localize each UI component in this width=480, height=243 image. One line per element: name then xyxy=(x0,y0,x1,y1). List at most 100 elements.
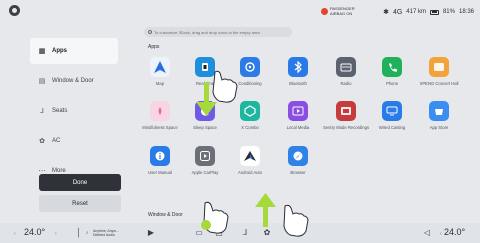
signal-icon: 4G xyxy=(392,8,403,16)
app-mindfulness-space[interactable]: Mindfulness Space xyxy=(135,101,185,130)
app-user-manual[interactable]: User Manual xyxy=(135,146,185,175)
apps-grid-icon: ▦ xyxy=(38,48,46,55)
app-label: Radio xyxy=(340,81,352,86)
sidebar-item-label: Apps xyxy=(52,48,67,54)
app-xpeng-concert-hall[interactable]: XPENG Concert Hall xyxy=(414,57,464,86)
carplay-icon xyxy=(195,146,215,166)
bluetooth-icon xyxy=(288,57,308,77)
app-wired-casting[interactable]: Wired Casting xyxy=(367,101,417,130)
media-icon xyxy=(288,101,308,121)
sleep-icon xyxy=(195,101,215,121)
left-temperature[interactable]: 24.0° xyxy=(24,227,45,237)
sidebar-item-window-door[interactable]: ▤ Window & Door xyxy=(30,68,118,94)
sentry-icon xyxy=(336,101,356,121)
app-radio[interactable]: Radio xyxy=(321,57,371,86)
now-playing[interactable]: Anytime, Anyw... Deleted Audio xyxy=(93,229,119,237)
seat-icon: ⅃ xyxy=(40,108,44,115)
lotus-icon xyxy=(150,101,170,121)
play-icon[interactable]: ▶ xyxy=(146,228,156,238)
real-time-icon xyxy=(195,57,215,77)
status-bar: PASSENGER AIRBAG ON ✱ 4G 417 km 81% 18:3… xyxy=(0,0,480,24)
casting-icon xyxy=(382,101,402,121)
app-label: Map xyxy=(155,81,165,86)
app-map[interactable]: Map xyxy=(135,57,185,86)
store-bag-icon xyxy=(429,101,449,121)
phone-icon xyxy=(382,57,402,77)
dock: ‹ 24.0° › │ ♪ Anytime, Anyw... Deleted A… xyxy=(0,223,480,243)
app-sentry-mode-recordings[interactable]: Sentry Mode Recordings xyxy=(321,101,371,130)
fan-icon: ✿ xyxy=(39,138,45,145)
customize-hint: To customize 3Dock, drag and drop icons … xyxy=(144,27,292,37)
app-x-combo[interactable]: X Combo xyxy=(225,101,275,130)
app-android-auto[interactable]: Android Auto xyxy=(225,146,275,175)
app-label: Sentry Mode Recordings xyxy=(322,125,370,130)
reset-button[interactable]: Reset xyxy=(39,195,121,212)
x-combo-icon xyxy=(240,101,260,121)
browser-icon xyxy=(288,146,308,166)
fan-icon xyxy=(240,57,260,77)
airbag-indicator: PASSENGER AIRBAG ON xyxy=(321,6,355,16)
app-label: Mindfulness Space xyxy=(142,125,178,130)
app-local-media[interactable]: Local Media xyxy=(273,101,323,130)
app-label: Apple CarPlay xyxy=(191,170,219,175)
done-button[interactable]: Done xyxy=(39,174,121,191)
profile-icon[interactable] xyxy=(9,5,20,16)
app-label: App Store xyxy=(429,125,449,130)
sidebar-item-label: Seats xyxy=(52,108,68,114)
status-right: ✱ 4G 417 km 81% 18:36 xyxy=(383,8,474,17)
bluetooth-status-icon: ✱ xyxy=(383,9,389,16)
drag-up-arrow xyxy=(255,193,276,227)
now-playing-subtitle: Deleted Audio xyxy=(93,233,115,237)
battery-icon xyxy=(429,9,439,15)
airbag-icon xyxy=(321,8,328,15)
volume-icon[interactable]: ◁ xyxy=(422,228,432,238)
app-bluetooth[interactable]: Bluetooth xyxy=(273,57,323,86)
right-temp-down-icon[interactable]: ‹ xyxy=(440,231,442,237)
apps-section-title: Apps xyxy=(148,44,160,50)
right-temperature[interactable]: 24.0° xyxy=(444,227,465,237)
app-real-time[interactable]: Real-time xyxy=(180,57,230,86)
car-door-icon: ▤ xyxy=(38,78,46,85)
battery-value: 81% xyxy=(442,9,455,15)
seat-icon[interactable]: ⅃ xyxy=(240,228,250,238)
app-label: Bluetooth xyxy=(289,81,307,86)
range-value: 417 km xyxy=(406,9,426,15)
app-label: Local Media xyxy=(286,125,310,130)
app-sleep-space[interactable]: Sleep Space xyxy=(180,101,230,130)
sidebar-item-ac[interactable]: ✿ AC xyxy=(30,128,118,154)
android-auto-icon xyxy=(240,146,260,166)
clock: 18:36 xyxy=(458,9,474,15)
app-label: Wired Casting xyxy=(378,125,406,130)
manual-icon xyxy=(150,146,170,166)
music-note-icon: ♪ xyxy=(85,230,89,236)
radio-icon xyxy=(336,57,356,77)
app-label: Android Auto xyxy=(238,170,262,175)
concert-hall-icon xyxy=(429,57,449,77)
car-icon[interactable]: ▢ xyxy=(214,228,224,238)
app-label: User Manual xyxy=(148,170,172,175)
fan-icon[interactable]: ✿ xyxy=(262,228,272,238)
map-icon xyxy=(150,57,170,77)
app-app-store[interactable]: App Store xyxy=(414,101,464,130)
app-conditioning[interactable]: Conditioning xyxy=(225,57,275,86)
app-label: Real-time xyxy=(196,81,214,86)
left-temp-up-icon[interactable]: › xyxy=(55,231,57,237)
sidebar-item-label: AC xyxy=(52,138,61,144)
window-door-section-title: Window & Door xyxy=(148,212,183,218)
sidebar: ▦ Apps ▤ Window & Door ⅃ Seats ✿ AC ⋯ Mo… xyxy=(30,38,118,188)
app-label: XPENG Concert Hall xyxy=(419,81,459,86)
app-phone[interactable]: Phone xyxy=(367,57,417,86)
app-label: Conditioning xyxy=(238,81,262,86)
app-browser[interactable]: Browser xyxy=(273,146,323,175)
sidebar-item-label: Window & Door xyxy=(52,78,94,84)
info-icon xyxy=(148,30,152,34)
app-label: Phone xyxy=(385,81,399,86)
apps-grid-icon[interactable]: ☷ xyxy=(287,228,297,238)
app-apple-carplay[interactable]: Apple CarPlay xyxy=(180,146,230,175)
app-label: X Combo xyxy=(241,125,259,130)
sidebar-item-apps[interactable]: ▦ Apps xyxy=(30,38,118,64)
app-label: Browser xyxy=(290,170,306,175)
left-temp-down-icon[interactable]: ‹ xyxy=(14,231,16,237)
car-door-icon[interactable]: ▭ xyxy=(194,228,204,238)
sidebar-item-seats[interactable]: ⅃ Seats xyxy=(30,98,118,124)
